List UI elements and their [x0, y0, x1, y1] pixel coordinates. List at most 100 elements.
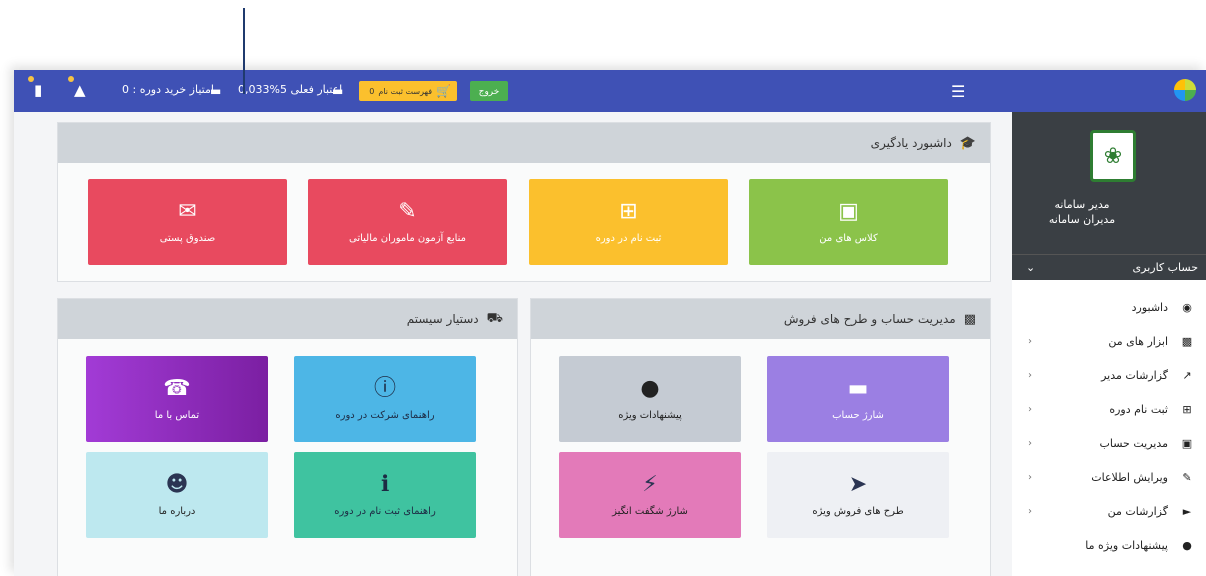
sidebar-item-label: گزارشات مدیر	[1101, 368, 1168, 382]
cart-label: فهرست ثبت نام	[378, 86, 433, 96]
sidebar-item-my-tools[interactable]: ▩ ابزار های من ‹	[1012, 324, 1206, 358]
app-window: ▮ ▲ امتیاز خرید دوره : 0 ▬ اعتبار فعلی 5…	[14, 70, 1206, 576]
panel-header: ▩ مدیریت حساب و طرح های فروش	[531, 299, 990, 339]
tile-label: راهنمای ثبت نام در دوره	[334, 505, 436, 517]
sidebar-item-dashboard[interactable]: ◉ داشبورد	[1012, 290, 1206, 324]
learning-dashboard-panel: 🎓 داشبورد یادگیری ▣ کلاس های من ⊞ ثبت نا…	[57, 122, 991, 282]
chevron-left-icon: ‹	[1028, 335, 1032, 347]
chevron-left-icon: ‹	[1028, 437, 1032, 449]
sidebar-item-label: ثبت نام دوره	[1109, 402, 1168, 416]
chevron-left-icon: ‹	[1028, 403, 1032, 415]
edit-icon: ✎	[1182, 470, 1192, 484]
cart-count: 0	[369, 86, 375, 96]
truck-icon: ⛟	[486, 310, 503, 326]
tile-label: پیشنهادات ویژه	[618, 409, 682, 421]
tile-label: کلاس های من	[819, 232, 878, 244]
bell-badge	[68, 76, 74, 82]
briefcase-icon: ▩	[1181, 334, 1193, 348]
plus-square-icon: ⊞	[1182, 402, 1192, 416]
info-circle-icon: ⓘ	[374, 375, 397, 401]
tile-label: ثبت نام در دوره	[595, 232, 662, 244]
card-icon: ▬	[332, 84, 344, 98]
bolt-icon: ⚡	[642, 471, 658, 497]
tile-label: شارژ حساب	[832, 409, 884, 421]
tile-label: راهنمای شرکت در دوره	[335, 409, 435, 421]
sidebar-item-edit-info[interactable]: ✎ ویرایش اطلاعات ‹	[1012, 460, 1206, 494]
graduation-cap-icon: 🎓	[959, 135, 976, 151]
app-logo[interactable]	[1174, 79, 1196, 101]
tile-special-offers[interactable]: ● پیشنهادات ویژه	[559, 356, 741, 442]
chat-badge	[28, 76, 34, 82]
chevron-down-icon: ⌄	[1026, 261, 1036, 274]
panel-title: داشبورد یادگیری	[870, 136, 952, 150]
sidebar-item-label: گزارشات من	[1107, 504, 1168, 518]
dashboard-icon: ◉	[1182, 300, 1192, 314]
user-role: مدیران سامانه	[1048, 213, 1116, 226]
sidebar-item-label: داشبورد	[1131, 300, 1168, 314]
sidebar-menu: ◉ داشبورد ▩ ابزار های من ‹ ↗ گزارشات مدی…	[1012, 280, 1206, 562]
user-name: مدیر سامانه	[1054, 198, 1110, 211]
top-navbar: ▮ ▲ امتیاز خرید دوره : 0 ▬ اعتبار فعلی 5…	[14, 70, 1206, 112]
card-icon: ▬	[210, 84, 222, 98]
tile-amazing-charge[interactable]: ⚡ شارژ شگفت انگیز	[559, 452, 741, 538]
account-label: حساب کاربری	[1132, 261, 1198, 274]
tile-label: درباره ما	[158, 505, 196, 517]
tile-registration-guide[interactable]: ℹ راهنمای ثبت نام در دوره	[294, 452, 476, 538]
panel-header: 🎓 داشبورد یادگیری	[58, 123, 990, 163]
book-icon: ▣	[838, 198, 859, 224]
user-profile: ❀ مدیر سامانه مدیران سامانه حساب کاربری …	[1012, 112, 1206, 280]
phone-icon: ☎	[163, 375, 191, 401]
tile-label: تماس با ما	[154, 409, 200, 421]
purchase-points-text: امتیاز خرید دوره : 0	[122, 83, 214, 96]
system-assistant-panel: ⛟ دستیار سیستم ⓘ راهنمای شرکت در دوره ☎ …	[57, 298, 518, 576]
sidebar-item-course-registration[interactable]: ⊞ ثبت نام دوره ‹	[1012, 392, 1206, 426]
money-icon: ▣	[1181, 436, 1193, 450]
tile-special-sales-plans[interactable]: ➤ طرح های فروش ویژه	[767, 452, 949, 538]
chat-icon[interactable]: ▮	[28, 76, 42, 98]
plus-square-icon: ⊞	[619, 198, 638, 224]
money-icon: ▩	[963, 311, 976, 327]
tile-tax-exam-resources[interactable]: ✎ منابع آزمون ماموران مالیاتی	[308, 179, 507, 265]
hamburger-menu-icon[interactable]: ☰	[951, 82, 965, 101]
envelope-icon: ✉	[178, 198, 197, 224]
tile-course-participation-guide[interactable]: ⓘ راهنمای شرکت در دوره	[294, 356, 476, 442]
avatar: ❀	[1090, 130, 1136, 182]
bomb-icon: ●	[640, 375, 660, 401]
sidebar-item-label: ویرایش اطلاعات	[1091, 470, 1168, 484]
tile-account-charge[interactable]: ▬ شارژ حساب	[767, 356, 949, 442]
tile-mailbox[interactable]: ✉ صندوق پستی	[88, 179, 287, 265]
paper-plane-icon: ➤	[848, 471, 868, 497]
sidebar-item-label: ابزار های من	[1108, 334, 1168, 348]
tile-my-classes[interactable]: ▣ کلاس های من	[749, 179, 948, 265]
logout-button[interactable]: خروج	[470, 81, 508, 101]
sidebar-item-special-offers[interactable]: ● پیشنهادات ویژه ما	[1012, 528, 1206, 562]
panel-title: مدیریت حساب و طرح های فروش	[783, 312, 956, 326]
sidebar-item-admin-reports[interactable]: ↗ گزارشات مدیر ‹	[1012, 358, 1206, 392]
bullhorn-icon: ►	[1182, 504, 1192, 518]
sidebar-item-account-management[interactable]: ▣ مدیریت حساب ‹	[1012, 426, 1206, 460]
tile-label: صندوق پستی	[159, 232, 216, 244]
tile-label: منابع آزمون ماموران مالیاتی	[348, 232, 467, 244]
chevron-left-icon: ‹	[1028, 505, 1032, 517]
credit-card-icon: ▬	[847, 375, 869, 401]
tile-contact-us[interactable]: ☎ تماس با ما	[86, 356, 268, 442]
sidebar-item-label: مدیریت حساب	[1099, 436, 1168, 450]
panel-title: دستیار سیستم	[406, 312, 479, 326]
tile-about-us[interactable]: ☻ درباره ما	[86, 452, 268, 538]
main-content: 🎓 داشبورد یادگیری ▣ کلاس های من ⊞ ثبت نا…	[54, 122, 994, 576]
tile-label: شارژ شگفت انگیز	[612, 505, 688, 517]
account-management-panel: ▩ مدیریت حساب و طرح های فروش ▬ شارژ حساب…	[530, 298, 991, 576]
annotation-pointer-line	[243, 8, 245, 94]
chart-line-icon: ↗	[1182, 368, 1192, 382]
account-dropdown[interactable]: حساب کاربری ⌄	[1012, 254, 1206, 280]
cart-icon: 🛒	[436, 84, 451, 98]
sidebar-item-my-reports[interactable]: ► گزارشات من ‹	[1012, 494, 1206, 528]
chevron-left-icon: ‹	[1028, 369, 1032, 381]
users-icon: ☻	[165, 471, 189, 497]
tile-label: طرح های فروش ویژه	[812, 505, 904, 517]
cart-button[interactable]: 0 فهرست ثبت نام 🛒	[359, 81, 457, 101]
sidebar: ❀ مدیر سامانه مدیران سامانه حساب کاربری …	[1012, 112, 1206, 576]
current-credit-text: اعتبار فعلی 5%0,033	[238, 83, 343, 96]
bell-icon[interactable]: ▲	[68, 76, 86, 98]
tile-course-registration[interactable]: ⊞ ثبت نام در دوره	[529, 179, 728, 265]
